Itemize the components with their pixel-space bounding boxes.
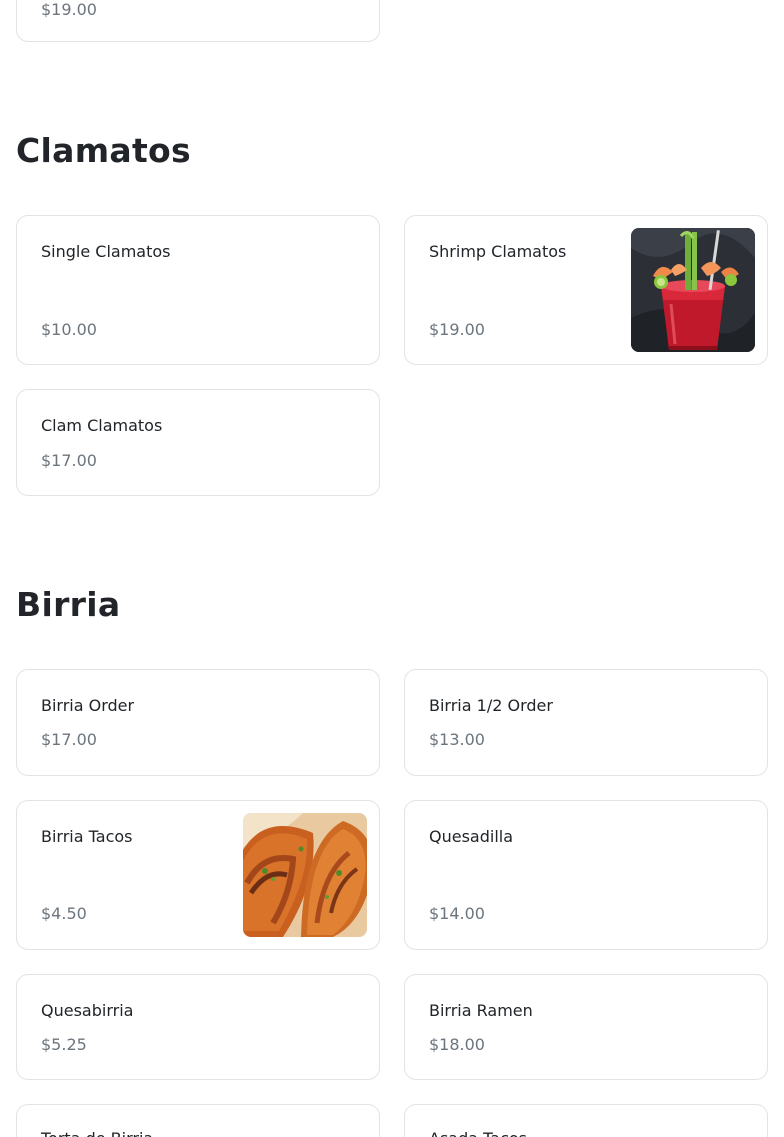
menu-item-card-birria-half-order[interactable]: Birria 1/2 Order $13.00 bbox=[404, 669, 768, 776]
menu-item-price: $13.00 bbox=[429, 730, 485, 749]
menu-item-name: Single Clamatos bbox=[41, 242, 171, 261]
menu-item-name: Birria Order bbox=[41, 696, 135, 715]
menu-item-name: Shrimp Clamatos bbox=[429, 242, 567, 261]
menu-item-card-birria-order[interactable]: Birria Order $17.00 bbox=[16, 669, 380, 776]
menu-item-card[interactable]: $19.00 bbox=[16, 0, 380, 42]
menu-item-card-single-clamatos[interactable]: Single Clamatos $10.00 bbox=[16, 215, 380, 365]
menu-item-price: $19.00 bbox=[41, 0, 97, 19]
menu-item-card-quesadilla[interactable]: Quesadilla $14.00 bbox=[404, 800, 768, 950]
menu-item-name: Quesabirria bbox=[41, 1001, 134, 1020]
menu-item-name: Quesadilla bbox=[429, 827, 514, 846]
menu-item-name: Torta de Birria bbox=[41, 1129, 153, 1137]
menu-item-card-birria-ramen[interactable]: Birria Ramen $18.00 bbox=[404, 974, 768, 1080]
menu-item-price: $17.00 bbox=[41, 451, 97, 470]
birria-tacos-photo bbox=[243, 813, 367, 937]
shrimp-clamato-photo bbox=[631, 228, 755, 352]
menu-item-price: $17.00 bbox=[41, 730, 97, 749]
menu-item-price: $5.25 bbox=[41, 1035, 87, 1054]
birria-tacos-image bbox=[243, 813, 367, 937]
shrimp-clamato-image bbox=[631, 228, 755, 352]
menu-item-card-quesabirria[interactable]: Quesabirria $5.25 bbox=[16, 974, 380, 1080]
menu-item-price: $19.00 bbox=[429, 320, 485, 339]
menu-item-card-asada-tacos[interactable]: Asada Tacos bbox=[404, 1104, 768, 1137]
menu-item-name: Birria Ramen bbox=[429, 1001, 533, 1020]
section-title-birria: Birria bbox=[16, 585, 121, 624]
menu-item-name: Birria 1/2 Order bbox=[429, 696, 553, 715]
menu-item-price: $18.00 bbox=[429, 1035, 485, 1054]
menu-item-price: $4.50 bbox=[41, 904, 87, 923]
menu-item-name: Birria Tacos bbox=[41, 827, 133, 846]
menu-item-name: Asada Tacos bbox=[429, 1129, 527, 1137]
menu-item-price: $14.00 bbox=[429, 904, 485, 923]
menu-item-card-shrimp-clamatos[interactable]: Shrimp Clamatos $19.00 bbox=[404, 215, 768, 365]
menu-item-card-birria-tacos[interactable]: Birria Tacos $4.50 bbox=[16, 800, 380, 950]
menu-item-card-torta-de-birria[interactable]: Torta de Birria bbox=[16, 1104, 380, 1137]
menu-item-name: Clam Clamatos bbox=[41, 416, 163, 435]
menu-page: $19.00 Clamatos Single Clamatos $10.00 S… bbox=[0, 0, 784, 1137]
menu-item-price: $10.00 bbox=[41, 320, 97, 339]
section-title-clamatos: Clamatos bbox=[16, 131, 191, 170]
menu-item-card-clam-clamatos[interactable]: Clam Clamatos $17.00 bbox=[16, 389, 380, 496]
